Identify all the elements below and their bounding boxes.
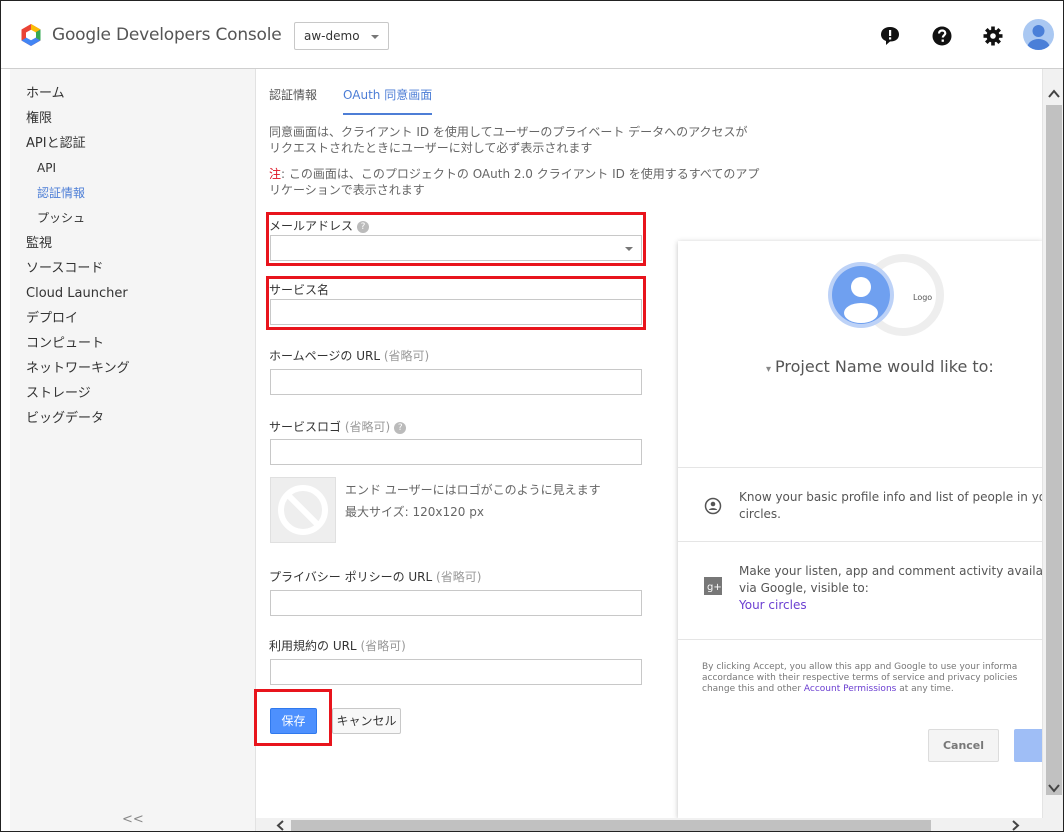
service-logo-input[interactable] bbox=[270, 439, 642, 465]
sidebar-item-storage[interactable]: ストレージ bbox=[10, 381, 255, 406]
main-content: 認証情報 OAuth 同意画面 同意画面は、クライアント ID を使用してユーザ… bbox=[254, 69, 1042, 818]
horizontal-scrollbar[interactable] bbox=[256, 818, 1042, 832]
highlight-box-save bbox=[254, 689, 332, 746]
project-name: aw-demo bbox=[304, 29, 360, 43]
divider bbox=[678, 639, 1042, 640]
highlight-box-email bbox=[266, 212, 646, 266]
note-label: 注 bbox=[269, 167, 282, 181]
consent-screen-preview: Logo ▾ Project Name would like to: Know y… bbox=[678, 241, 1042, 818]
scroll-up-arrow-icon[interactable] bbox=[1047, 87, 1061, 101]
permission-activity-text: Make your listen, app and comment activi… bbox=[739, 563, 1042, 614]
optional-tag: (省略可) bbox=[436, 570, 482, 584]
permission-profile-text: Know your basic profile info and list of… bbox=[739, 490, 1042, 521]
preview-fine-print: By clicking Accept, you allow this app a… bbox=[702, 662, 1018, 694]
sidebar-item-credentials[interactable]: 認証情報 bbox=[10, 181, 255, 206]
optional-tag: (省略可) bbox=[360, 639, 406, 653]
note-line-2: リケーションで表示されます bbox=[269, 183, 425, 197]
privacy-policy-url-label: プライバシー ポリシーの URL (省略可) bbox=[269, 570, 482, 584]
consent-note: 注: この画面は、このプロジェクトの OAuth 2.0 クライアント ID を… bbox=[269, 166, 769, 198]
homepage-url-input[interactable] bbox=[270, 369, 642, 395]
sidebar-nav: ホーム 権限 APIと認証 API 認証情報 プッシュ 監視 ソースコード Cl… bbox=[10, 69, 255, 431]
account-avatar[interactable] bbox=[1023, 19, 1054, 50]
scroll-down-arrow-icon[interactable] bbox=[1047, 781, 1061, 795]
privacy-policy-url-input[interactable] bbox=[270, 590, 642, 616]
sidebar-item-networking[interactable]: ネットワーキング bbox=[10, 356, 255, 381]
your-circles-link[interactable]: Your circles bbox=[739, 597, 1042, 614]
sidebar-item-push[interactable]: プッシュ bbox=[10, 206, 255, 231]
chevron-down-icon: ▾ bbox=[766, 364, 772, 375]
sidebar-item-source-code[interactable]: ソースコード bbox=[10, 256, 255, 281]
preview-cancel-button[interactable]: Cancel bbox=[928, 729, 999, 762]
sidebar-item-apis-auth[interactable]: APIと認証 bbox=[10, 131, 255, 156]
preview-accept-button[interactable] bbox=[1014, 729, 1042, 762]
user-avatar-icon bbox=[1027, 25, 1050, 50]
app-title: Google Developers Console bbox=[52, 25, 282, 45]
scroll-left-arrow-icon[interactable] bbox=[274, 819, 288, 832]
sidebar-collapse-button[interactable]: << bbox=[122, 812, 144, 827]
app-logo[interactable]: Google Developers Console bbox=[19, 23, 282, 47]
sidebar-item-api[interactable]: API bbox=[10, 156, 255, 181]
browser-frame: Google Developers Console aw-demo ホーム 権限… bbox=[0, 0, 1064, 832]
divider bbox=[678, 541, 1042, 542]
preview-title: ▾ Project Name would like to: bbox=[766, 357, 994, 376]
terms-of-service-url-label: 利用規約の URL (省略可) bbox=[269, 639, 406, 653]
optional-tag: (省略可) bbox=[383, 349, 430, 363]
service-logo-label: サービスロゴ (省略可)? bbox=[269, 418, 407, 435]
consent-description: 同意画面は、クライアント ID を使用してユーザーのプライベート データへのアク… bbox=[269, 124, 769, 156]
account-permissions-link[interactable]: Account Permissions bbox=[804, 684, 896, 694]
developers-console-logo-icon bbox=[21, 24, 41, 46]
svg-text:g+: g+ bbox=[707, 582, 722, 593]
sidebar-item-compute[interactable]: コンピュート bbox=[10, 331, 255, 356]
homepage-url-label: ホームページの URL (省略可) bbox=[269, 349, 430, 363]
divider bbox=[678, 467, 1042, 468]
logo-hint-line-2: 最大サイズ: 120x120 px bbox=[345, 505, 484, 519]
optional-tag: (省略可) bbox=[344, 420, 391, 434]
preview-logo-text: Logo bbox=[913, 293, 933, 302]
no-image-icon bbox=[278, 485, 328, 535]
project-selector[interactable]: aw-demo bbox=[294, 22, 389, 50]
sidebar-item-monitoring[interactable]: 監視 bbox=[10, 231, 255, 256]
description-line-1: 同意画面は、クライアント ID を使用してユーザーのプライベート データへのアク… bbox=[269, 125, 748, 139]
logo-preview-placeholder bbox=[270, 477, 336, 543]
sidebar-item-big-data[interactable]: ビッグデータ bbox=[10, 406, 255, 431]
sidebar-item-deploy[interactable]: デプロイ bbox=[10, 306, 255, 331]
chevron-down-icon bbox=[371, 35, 379, 39]
logo-hint-line-1: エンド ユーザーにはロゴがこのように見えます bbox=[345, 483, 601, 497]
tab-bar: 認証情報 OAuth 同意画面 bbox=[269, 81, 458, 115]
highlight-box-service-name bbox=[266, 276, 646, 330]
settings-gear-icon[interactable] bbox=[982, 25, 1004, 47]
profile-icon bbox=[704, 497, 722, 515]
tab-credentials[interactable]: 認証情報 bbox=[269, 81, 317, 115]
scroll-right-arrow-icon[interactable] bbox=[1008, 819, 1022, 832]
feedback-icon[interactable] bbox=[879, 25, 901, 47]
description-line-2: リクエストされたときにユーザーに対して必ず表示されます bbox=[269, 141, 593, 155]
sidebar-item-permissions[interactable]: 権限 bbox=[10, 106, 255, 131]
terms-of-service-url-input[interactable] bbox=[270, 659, 642, 685]
scrollbar-corner bbox=[1042, 818, 1063, 831]
note-line-1: : この画面は、このプロジェクトの OAuth 2.0 クライアント ID を使… bbox=[281, 167, 760, 181]
vertical-scrollbar[interactable] bbox=[1042, 69, 1063, 818]
help-icon[interactable]: ? bbox=[394, 421, 407, 434]
sidebar-item-cloud-launcher[interactable]: Cloud Launcher bbox=[10, 281, 255, 306]
vertical-scroll-thumb[interactable] bbox=[1046, 105, 1062, 795]
tab-oauth-consent-screen[interactable]: OAuth 同意画面 bbox=[343, 81, 433, 115]
help-icon[interactable] bbox=[931, 25, 953, 47]
horizontal-scroll-thumb[interactable] bbox=[291, 820, 931, 831]
cancel-button[interactable]: キャンセル bbox=[332, 708, 401, 734]
sidebar: ホーム 権限 APIと認証 API 認証情報 プッシュ 監視 ソースコード Cl… bbox=[10, 69, 256, 831]
sidebar-item-home[interactable]: ホーム bbox=[10, 81, 255, 106]
top-bar: Google Developers Console aw-demo bbox=[1, 1, 1063, 69]
google-plus-icon: g+ bbox=[704, 577, 722, 595]
